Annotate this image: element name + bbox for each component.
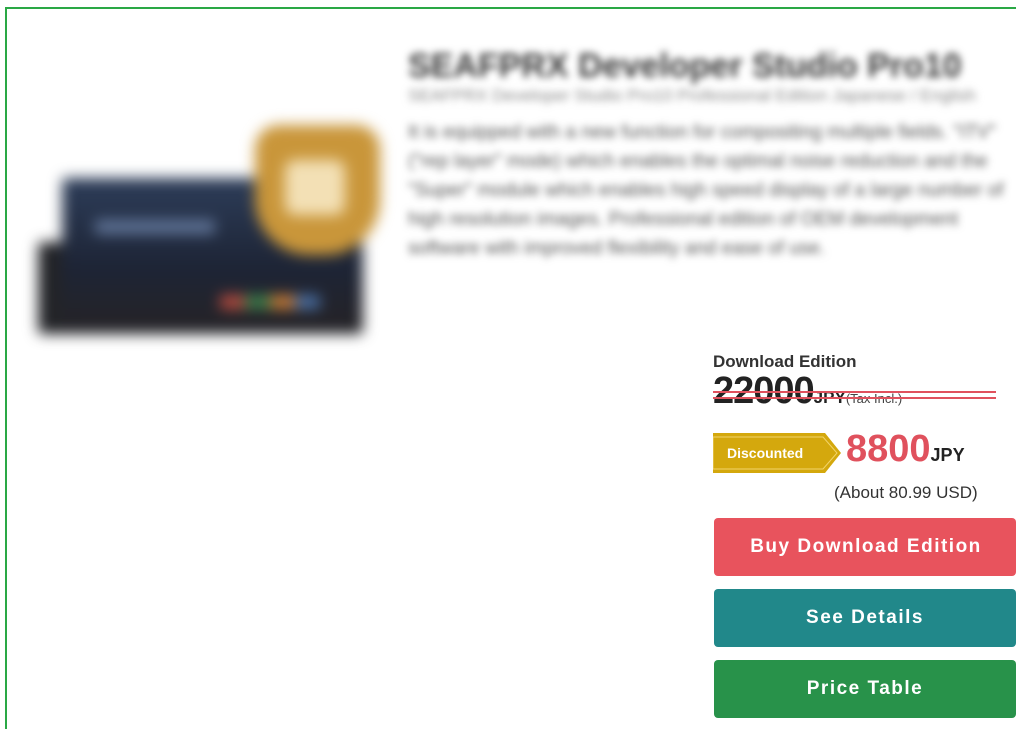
edition-label: Download Edition (713, 352, 857, 371)
usd-price-note: (About 80.99 USD) (834, 483, 978, 502)
strikethrough-line (713, 391, 996, 393)
sale-price-amount: 8800 (846, 428, 931, 470)
product-title: SEAFPRX Developer Studio Pro10 (408, 47, 962, 85)
strikethrough-line (713, 397, 996, 399)
product-box-image (30, 120, 380, 350)
see-details-button[interactable]: See Details (714, 589, 1016, 647)
discount-row: Discounted 8800JPY (713, 428, 1013, 476)
product-description: It is equipped with a new function for c… (408, 122, 1004, 259)
buy-download-edition-button[interactable]: Buy Download Edition (714, 518, 1016, 576)
discount-badge: Discounted (713, 433, 843, 473)
sale-price: 8800JPY (846, 428, 965, 471)
price-table-button[interactable]: Price Table (714, 660, 1016, 718)
discount-badge-label: Discounted (727, 445, 804, 461)
sale-price-currency: JPY (930, 445, 965, 465)
product-subtitle: SEAFPRX Developer Studio Pro10 Professio… (408, 86, 976, 105)
